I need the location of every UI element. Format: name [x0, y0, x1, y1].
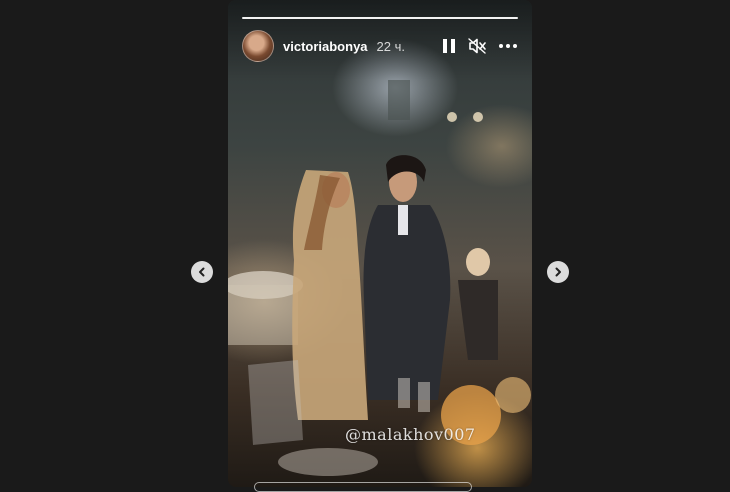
- light: [473, 112, 483, 122]
- glass: [398, 378, 410, 408]
- guest-head: [466, 248, 490, 276]
- shirt: [398, 205, 408, 235]
- chevron-left-icon: [199, 267, 205, 277]
- pause-icon[interactable]: [442, 38, 456, 54]
- previous-story-button[interactable]: [191, 261, 213, 283]
- username[interactable]: victoriabonya: [283, 39, 368, 54]
- reply-bar[interactable]: [254, 482, 472, 492]
- guest: [458, 280, 498, 360]
- story-controls: [442, 38, 518, 54]
- candle-lamp: [495, 377, 531, 413]
- table-cloth: [228, 285, 298, 345]
- window: [388, 80, 410, 120]
- light: [447, 112, 457, 122]
- story-header: victoriabonya 22 ч.: [242, 30, 518, 62]
- next-story-button[interactable]: [547, 261, 569, 283]
- speaker-muted-icon[interactable]: [468, 38, 486, 54]
- timestamp: 22 ч.: [376, 38, 405, 54]
- progress-bar: [242, 17, 518, 19]
- story-viewer[interactable]: victoriabonya 22 ч.: [228, 0, 532, 487]
- more-options-icon[interactable]: [498, 43, 518, 49]
- woman: [292, 170, 368, 420]
- plate: [278, 448, 378, 476]
- glass: [418, 382, 430, 412]
- chair: [248, 360, 303, 445]
- progress-segment: [242, 17, 518, 19]
- mention-sticker[interactable]: @malakhov007: [345, 425, 476, 444]
- avatar[interactable]: [242, 30, 274, 62]
- chevron-right-icon: [555, 267, 561, 277]
